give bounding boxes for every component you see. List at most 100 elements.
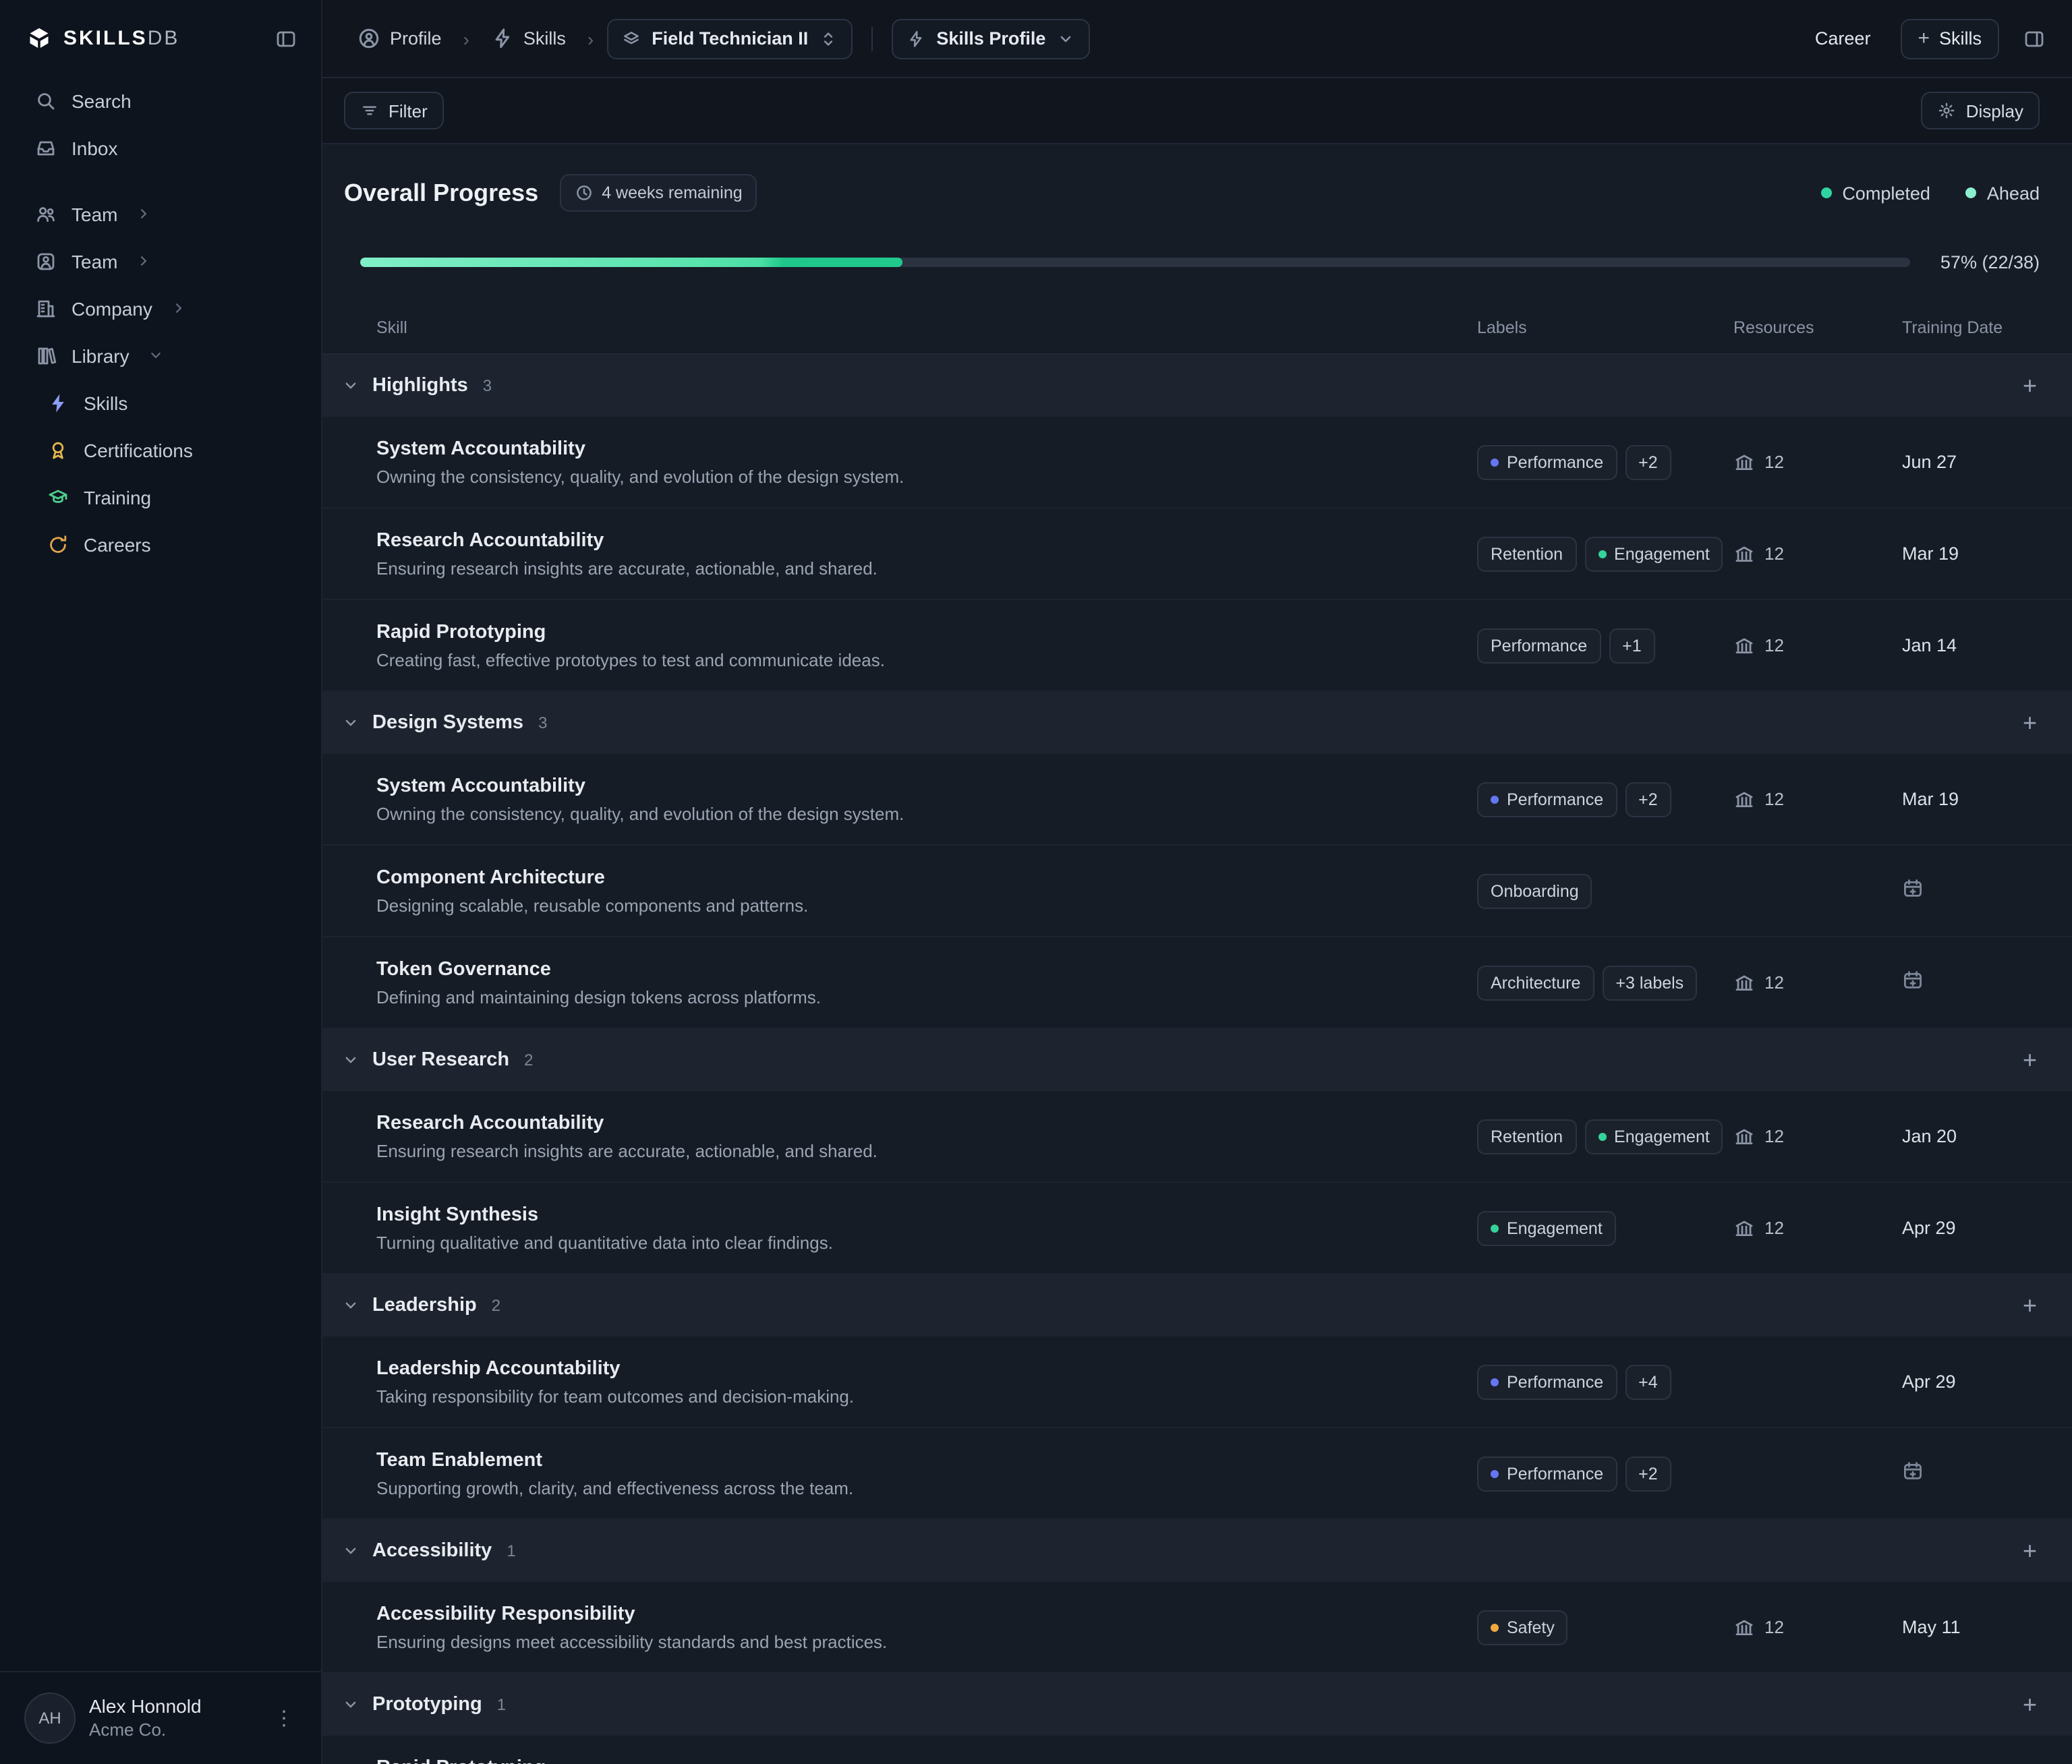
view-selector[interactable]: Skills Profile [892, 18, 1090, 59]
training-date: Jan 20 [1902, 1126, 1957, 1146]
career-button[interactable]: Career [1804, 20, 1882, 57]
resources-bank-icon [1733, 1616, 1755, 1638]
sidebar-item-team-2[interactable]: Team [0, 237, 321, 285]
section-collapse-button[interactable] [341, 376, 360, 395]
chevron-down-icon [341, 1296, 360, 1315]
profile-avatar-icon [357, 27, 380, 50]
section-title: User Research [372, 1049, 509, 1071]
skill-row[interactable]: Team EnablementSupporting growth, clarit… [322, 1428, 2072, 1520]
section-add-skill-button[interactable]: + [2017, 1291, 2042, 1320]
section-header[interactable]: Prototyping1+ [322, 1674, 2072, 1736]
sidebar-collapse-button[interactable] [270, 22, 302, 55]
panel-left-icon [275, 28, 297, 49]
sidebar-item-label: Company [71, 297, 152, 319]
add-skills-button[interactable]: + Skills [1900, 18, 1999, 59]
section-collapse-button[interactable] [341, 1541, 360, 1560]
user-menu[interactable]: AH Alex Honnold Acme Co. ⋮ [0, 1671, 321, 1764]
chevron-down-icon [341, 1541, 360, 1560]
user-name: Alex Honnold [89, 1695, 202, 1719]
section-collapse-button[interactable] [341, 1695, 360, 1714]
training-date: May 11 [1902, 1617, 1961, 1637]
sidebar-item-company[interactable]: Company [0, 285, 321, 332]
label-pill: Onboarding [1477, 873, 1592, 908]
layers-icon [622, 29, 641, 48]
resources-cell: 12 [1733, 1125, 1902, 1147]
skill-row[interactable]: Rapid PrototypingCreating fast, effectiv… [322, 600, 2072, 692]
skill-row[interactable]: Rapid PrototypingCreating fast, effectiv… [322, 1736, 2072, 1764]
dots-vertical-icon: ⋮ [274, 1707, 294, 1730]
display-button[interactable]: Display [1922, 92, 2040, 129]
user-more-button[interactable]: ⋮ [266, 1703, 302, 1733]
logo-cube-icon [27, 26, 51, 51]
sidebar-item-team[interactable]: Team [0, 190, 321, 237]
skill-title: Leadership Accountability [376, 1357, 1477, 1379]
calendar-plus-icon[interactable] [1902, 970, 1924, 991]
sidebar-item-label: Team [71, 203, 117, 225]
section-header[interactable]: Accessibility1+ [322, 1520, 2072, 1582]
training-date-cell: Jan 14 [1902, 635, 2042, 655]
labels-cell: Performance+2 [1477, 1456, 1733, 1491]
skill-title: Research Accountability [376, 529, 1477, 551]
section-add-skill-button[interactable]: + [2017, 1690, 2042, 1719]
chevron-up-down-icon [819, 29, 838, 48]
resources-count: 12 [1764, 1218, 1784, 1238]
role-selector[interactable]: Field Technician II [607, 18, 853, 59]
sidebar-item-library[interactable]: Library [0, 332, 321, 379]
skill-row[interactable]: Insight SynthesisTurning qualitative and… [322, 1183, 2072, 1274]
filter-button[interactable]: Filter [344, 92, 444, 129]
label-dot-icon [1491, 1469, 1499, 1477]
skill-description: Designing scalable, reusable components … [376, 895, 1477, 915]
section-header[interactable]: Design Systems3+ [322, 692, 2072, 754]
app-logo[interactable]: SKILLSDB [27, 26, 179, 51]
skill-cell: Accessibility ResponsibilityEnsuring des… [376, 1603, 1477, 1651]
sidebar-item-label: Search [71, 90, 132, 111]
skill-row[interactable]: System AccountabilityOwning the consiste… [322, 754, 2072, 846]
section-add-skill-button[interactable]: + [2017, 371, 2042, 401]
breadcrumb-profile[interactable]: Profile [349, 26, 450, 51]
ahead-dot-icon [1965, 187, 1976, 198]
skill-row[interactable]: System AccountabilityOwning the consiste… [322, 417, 2072, 508]
chevron-right-icon [135, 205, 152, 223]
calendar-plus-icon[interactable] [1902, 1461, 1924, 1482]
skill-row[interactable]: Token GovernanceDefining and maintaining… [322, 937, 2072, 1029]
section-collapse-button[interactable] [341, 1296, 360, 1315]
sidebar-item-skills[interactable]: Skills [0, 379, 321, 426]
sidebar-item-search[interactable]: Search [0, 77, 321, 124]
label-pill: Engagement [1584, 536, 1723, 571]
label-pill: Safety [1477, 1610, 1568, 1645]
breadcrumb-skills[interactable]: Skills [483, 26, 574, 51]
section-add-skill-button[interactable]: + [2017, 1536, 2042, 1566]
sidebar-item-training[interactable]: Training [0, 473, 321, 521]
resources-cell: 12 [1733, 635, 1902, 656]
skill-row[interactable]: Research AccountabilityEnsuring research… [322, 508, 2072, 600]
skill-row[interactable]: Leadership Accountability Taking responsi… [322, 1336, 2072, 1428]
section-add-skill-button[interactable]: + [2017, 708, 2042, 738]
skill-description: Taking responsibility for team outcomes … [376, 1386, 1477, 1406]
sidebar-item-inbox[interactable]: Inbox [0, 124, 321, 171]
progress-legend: Completed Ahead [1820, 183, 2040, 203]
chevron-down-icon [1056, 29, 1075, 48]
skill-row[interactable]: Research AccountabilityEnsuring research… [322, 1091, 2072, 1183]
section-title: Highlights [372, 375, 468, 396]
completed-dot-icon [1820, 187, 1831, 198]
label-dot-icon [1491, 1378, 1499, 1386]
section-collapse-button[interactable] [341, 713, 360, 732]
section-collapse-button[interactable] [341, 1051, 360, 1069]
section-header[interactable]: User Research2+ [322, 1029, 2072, 1091]
calendar-plus-icon[interactable] [1902, 878, 1924, 900]
section-title: Prototyping [372, 1694, 482, 1715]
chevron-down-icon [147, 347, 165, 364]
skill-cell: System AccountabilityOwning the consiste… [376, 438, 1477, 486]
skill-row[interactable]: Accessibility ResponsibilityEnsuring des… [322, 1582, 2072, 1674]
section-header[interactable]: Leadership2+ [322, 1274, 2072, 1336]
training-date-cell: Apr 29 [1902, 1218, 2042, 1238]
time-remaining-badge: 4 weeks remaining [560, 174, 757, 212]
right-panel-toggle-button[interactable] [2018, 22, 2050, 55]
training-date: Mar 19 [1902, 789, 1959, 809]
section-header[interactable]: Highlights3+ [322, 355, 2072, 417]
skill-title: Component Architecture [376, 866, 1477, 888]
sidebar-item-careers[interactable]: Careers [0, 521, 321, 568]
section-add-skill-button[interactable]: + [2017, 1045, 2042, 1075]
skill-row[interactable]: Component Architecture Designing scalable… [322, 846, 2072, 937]
sidebar-item-certifications[interactable]: Certifications [0, 426, 321, 473]
